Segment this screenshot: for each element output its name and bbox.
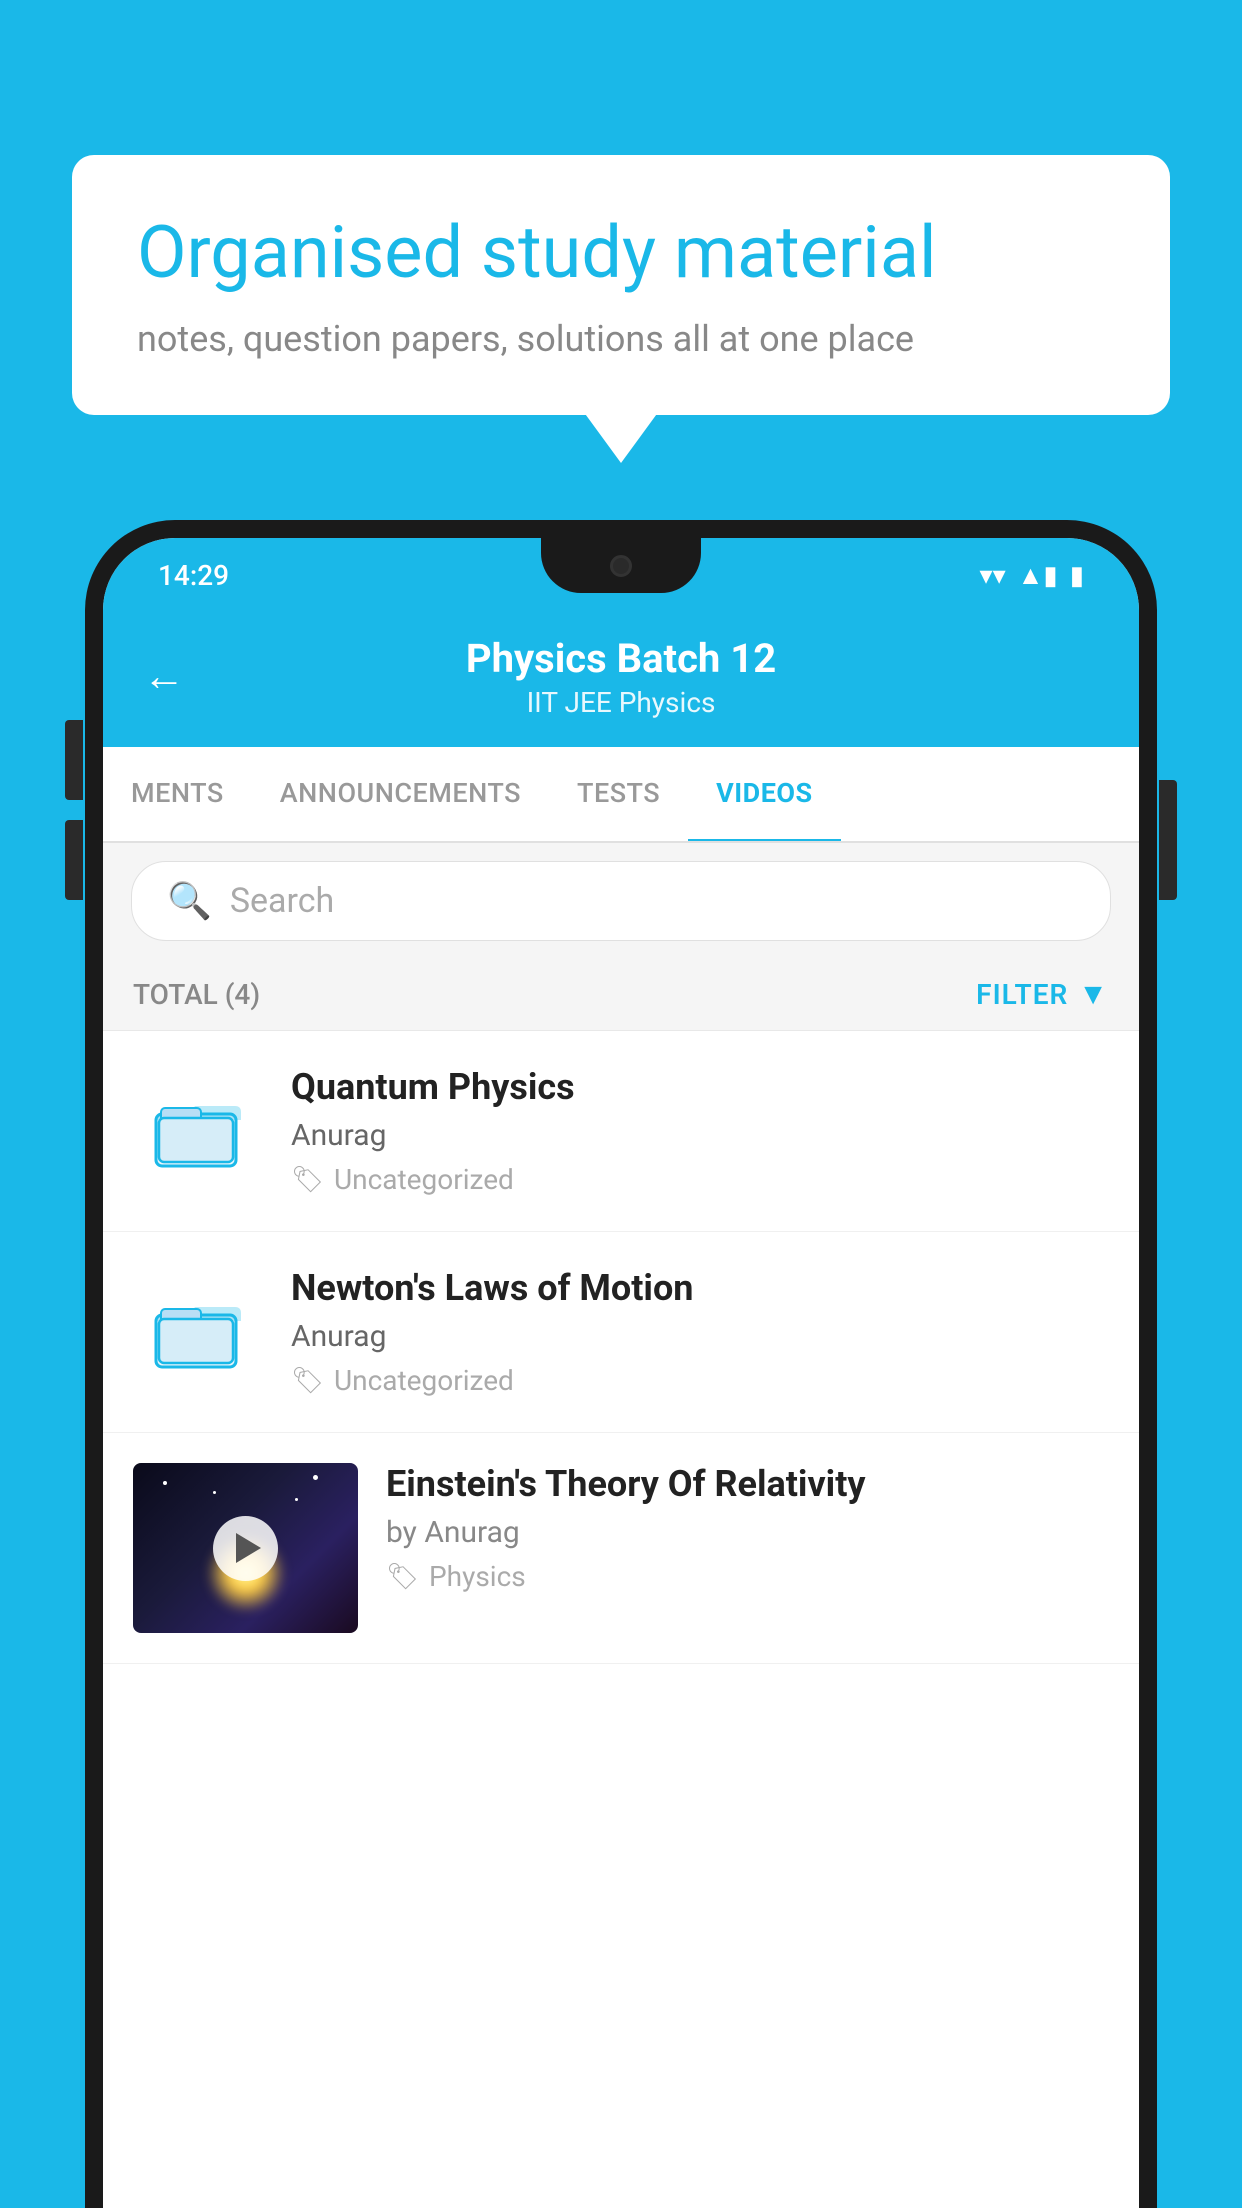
signal-icon: ▲▮ [1018, 560, 1058, 591]
video-title: Einstein's Theory Of Relativity [386, 1463, 1109, 1505]
header-title: Physics Batch 12 [215, 635, 1027, 682]
video-folder-icon [133, 1267, 263, 1397]
header-subtitle: IIT JEE Physics [215, 686, 1027, 719]
video-thumbnail [133, 1463, 358, 1633]
list-item[interactable]: Einstein's Theory Of Relativity by Anura… [103, 1433, 1139, 1664]
wifi-icon: ▾▾ [980, 561, 1006, 591]
volume-buttons [65, 720, 83, 900]
filter-funnel-icon: ▼ [1078, 977, 1109, 1012]
camera [610, 555, 632, 577]
phone-wrapper: 14:29 ▾▾ ▲▮ ▮ ← Physics Batch 12 IIT JEE… [85, 520, 1157, 2208]
video-folder-icon [133, 1066, 263, 1196]
filter-label: FILTER [976, 978, 1068, 1011]
notch [541, 538, 701, 593]
phone-outer: 14:29 ▾▾ ▲▮ ▮ ← Physics Batch 12 IIT JEE… [85, 520, 1157, 2208]
list-item[interactable]: Quantum Physics Anurag 🏷 Uncategorized [103, 1031, 1139, 1232]
header-text: Physics Batch 12 IIT JEE Physics [215, 635, 1027, 719]
search-container: 🔍 Search [103, 843, 1139, 959]
tag-label: Uncategorized [334, 1163, 514, 1196]
search-box[interactable]: 🔍 Search [131, 861, 1111, 941]
video-author: Anurag [291, 1319, 1109, 1354]
video-author: by Anurag [386, 1515, 1109, 1550]
video-tag: 🏷 Uncategorized [291, 1163, 1109, 1196]
app-header: ← Physics Batch 12 IIT JEE Physics [103, 613, 1139, 747]
tab-videos[interactable]: VIDEOS [688, 747, 841, 843]
video-title: Newton's Laws of Motion [291, 1267, 1109, 1309]
tab-tests[interactable]: TESTS [549, 747, 688, 841]
search-input[interactable]: Search [230, 881, 334, 921]
speech-bubble-card: Organised study material notes, question… [72, 155, 1170, 415]
list-item[interactable]: Newton's Laws of Motion Anurag 🏷 Uncateg… [103, 1232, 1139, 1433]
battery-icon: ▮ [1070, 561, 1084, 591]
volume-down-button [65, 820, 83, 900]
filter-bar: TOTAL (4) FILTER ▼ [103, 959, 1139, 1031]
play-button[interactable] [213, 1516, 278, 1581]
tab-ments[interactable]: MENTS [103, 747, 252, 841]
power-button [1159, 780, 1177, 900]
tag-icon: 🏷 [291, 1366, 324, 1396]
speech-bubble-section: Organised study material notes, question… [72, 155, 1170, 415]
tab-announcements[interactable]: ANNOUNCEMENTS [252, 747, 549, 841]
status-bar: 14:29 ▾▾ ▲▮ ▮ [103, 538, 1139, 613]
back-button[interactable]: ← [143, 656, 185, 698]
bubble-subtitle: notes, question papers, solutions all at… [137, 318, 1105, 360]
bubble-title: Organised study material [137, 210, 1105, 296]
tag-icon: 🏷 [291, 1165, 324, 1195]
video-info: Einstein's Theory Of Relativity by Anura… [386, 1463, 1109, 1593]
play-icon [236, 1533, 261, 1563]
tag-label: Uncategorized [334, 1364, 514, 1397]
video-title: Quantum Physics [291, 1066, 1109, 1108]
video-tag: 🏷 Physics [386, 1560, 1109, 1593]
total-count: TOTAL (4) [133, 978, 260, 1011]
video-info: Newton's Laws of Motion Anurag 🏷 Uncateg… [291, 1267, 1109, 1397]
search-icon: 🔍 [167, 880, 212, 922]
status-time: 14:29 [158, 559, 229, 592]
phone-screen: 14:29 ▾▾ ▲▮ ▮ ← Physics Batch 12 IIT JEE… [103, 538, 1139, 2208]
video-tag: 🏷 Uncategorized [291, 1364, 1109, 1397]
status-icons: ▾▾ ▲▮ ▮ [980, 560, 1084, 591]
video-info: Quantum Physics Anurag 🏷 Uncategorized [291, 1066, 1109, 1196]
tag-icon: 🏷 [386, 1562, 419, 1592]
tag-label: Physics [429, 1560, 526, 1593]
video-list: Quantum Physics Anurag 🏷 Uncategorized [103, 1031, 1139, 1664]
volume-up-button [65, 720, 83, 800]
video-author: Anurag [291, 1118, 1109, 1153]
tabs-bar: MENTS ANNOUNCEMENTS TESTS VIDEOS [103, 747, 1139, 843]
filter-button[interactable]: FILTER ▼ [976, 977, 1109, 1012]
